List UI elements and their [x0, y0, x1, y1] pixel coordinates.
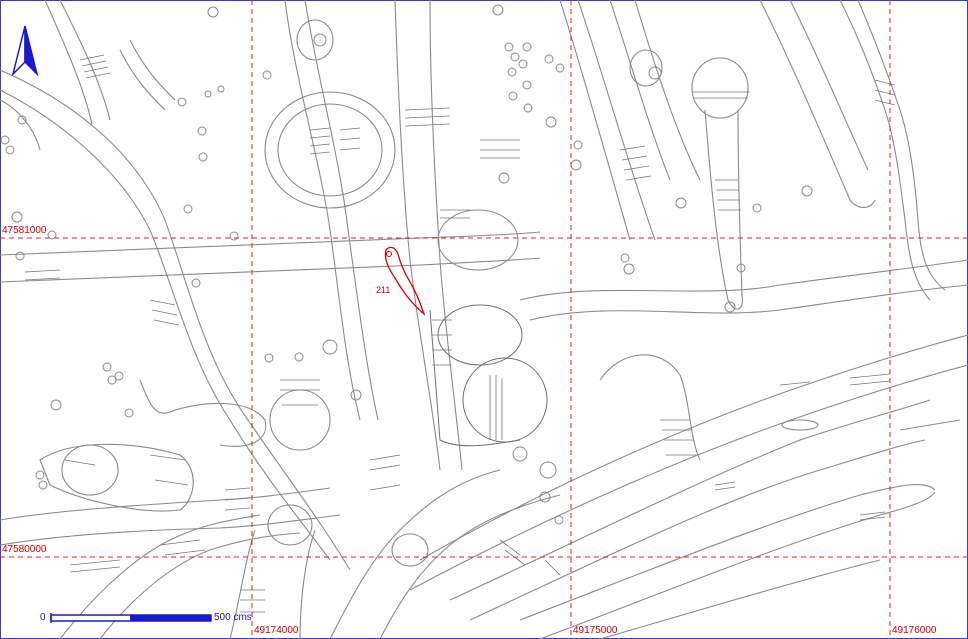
- feature-label-211[interactable]: 211: [376, 285, 390, 295]
- grid-label-x1: 49174000: [254, 625, 299, 636]
- scale-bar: [50, 613, 212, 623]
- grid-label-x3: 49176000: [892, 625, 937, 636]
- selected-feature-211[interactable]: [384, 246, 426, 317]
- grid-label-y2: 47580000: [2, 544, 47, 555]
- feature-outlines: [0, 0, 968, 639]
- north-arrow-icon: [11, 25, 39, 77]
- grid-label-y1: 47581000: [2, 225, 47, 236]
- coordinate-grid: [0, 0, 968, 639]
- scale-end-label: 500 cms: [214, 612, 252, 623]
- map-canvas[interactable]: [0, 0, 968, 639]
- grid-label-x2: 49175000: [573, 625, 618, 636]
- scale-start-label: 0: [40, 612, 46, 623]
- section-hatching: [24, 54, 896, 613]
- post-holes: [0, 4, 813, 525]
